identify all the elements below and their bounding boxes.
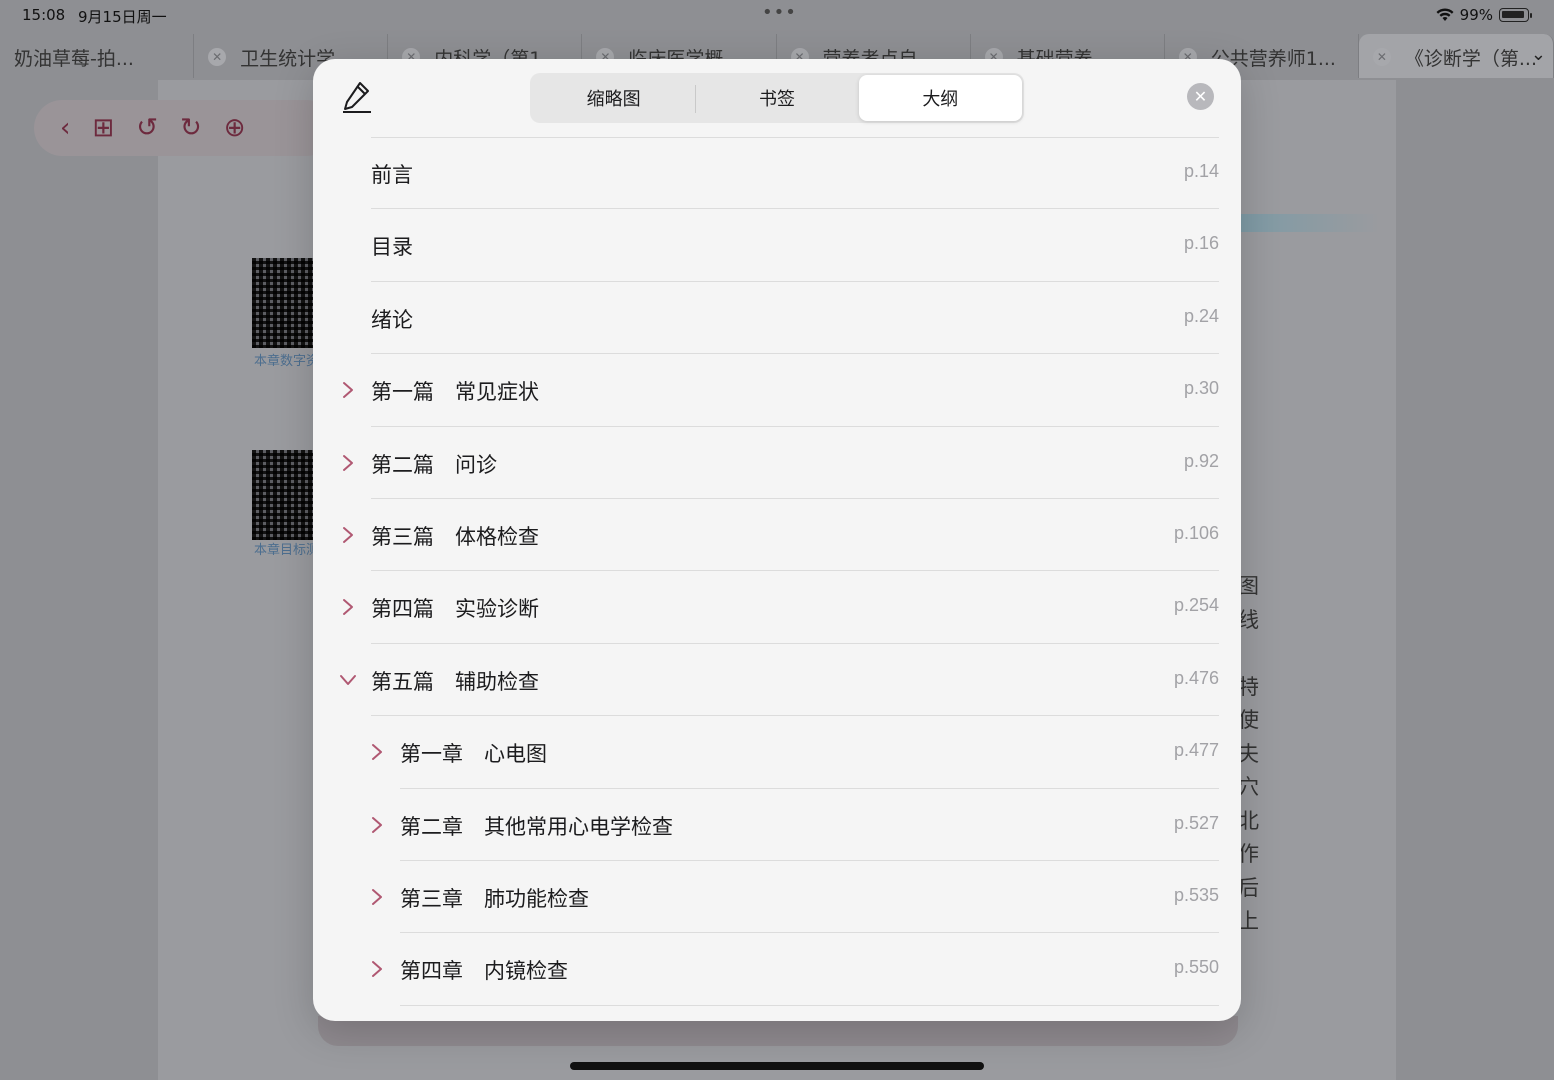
battery-icon bbox=[1499, 8, 1529, 22]
outline-page-number: p.92 bbox=[1183, 450, 1219, 471]
outline-title: 第一篇 常见症状 bbox=[371, 380, 539, 405]
outline-page-number: p.106 bbox=[1173, 522, 1219, 543]
outline-row[interactable]: 第二章 其他常用心电学检查 p.527 bbox=[313, 789, 1241, 862]
outline-row[interactable]: 第三章 肺功能检查 p.535 bbox=[313, 861, 1241, 934]
outline-row[interactable]: 第一篇 常见症状 p.30 bbox=[313, 354, 1241, 427]
qr-caption: 本章数字资 bbox=[254, 354, 320, 369]
outline-page-number: p.535 bbox=[1173, 884, 1219, 905]
segment-thumbnails[interactable]: 缩略图 bbox=[532, 75, 695, 121]
outline-list: 前言 p.14 目录 p.16 绪论 p.24 第一篇 常见症状 p.30 第二篇 问诊 p.92… bbox=[313, 137, 1241, 1007]
outline-row[interactable]: 第四篇 实验诊断 p.254 bbox=[313, 571, 1241, 645]
outline-page-number: p.24 bbox=[1183, 305, 1219, 326]
outline-page-number: p.476 bbox=[1173, 667, 1219, 688]
outline-title: 第二篇 问诊 bbox=[371, 452, 497, 477]
segment-outline[interactable]: 大纲 bbox=[858, 75, 1022, 121]
chevron-right-icon[interactable] bbox=[368, 742, 386, 762]
outline-title: 第四章 内镜检查 bbox=[400, 959, 568, 984]
outline-page-number: p.550 bbox=[1173, 957, 1219, 978]
outline-title: 第四篇 实验诊断 bbox=[371, 597, 539, 622]
outline-row[interactable]: 第二篇 问诊 p.92 bbox=[313, 427, 1241, 500]
multitasking-dots-icon[interactable]: ••• bbox=[762, 2, 797, 23]
outline-title: 第一章 心电图 bbox=[400, 742, 547, 767]
outline-popover: 缩略图 书签 大纲 ✕ 前言 p.14 目录 p.16 绪论 p.24 第一篇 常见症状 p.… bbox=[313, 59, 1241, 1021]
outline-row[interactable]: 前言 p.14 bbox=[313, 137, 1241, 210]
tab-label: 奶油草莓-拍... bbox=[14, 48, 134, 70]
document-tab[interactable]: 奶油草莓-拍... bbox=[0, 34, 195, 78]
outline-title: 第三章 肺功能检查 bbox=[400, 886, 589, 911]
reader-toolbar: ‹ ⊞ ↺ ↻ ⊕ bbox=[34, 100, 334, 156]
redo-icon[interactable]: ↻ bbox=[180, 113, 202, 143]
outline-title: 第三篇 体格检查 bbox=[371, 524, 539, 549]
outline-row[interactable]: 第三篇 体格检查 p.106 bbox=[313, 499, 1241, 572]
tab-label: 《诊断学（第... bbox=[1404, 48, 1538, 70]
close-icon[interactable]: ✕ bbox=[1187, 83, 1214, 110]
back-icon[interactable]: ‹ bbox=[60, 113, 70, 143]
chevron-right-icon[interactable] bbox=[339, 380, 357, 400]
wifi-icon bbox=[1436, 8, 1454, 21]
qr-caption: 本章目标测 bbox=[254, 543, 320, 558]
status-time: 15:08 bbox=[22, 6, 66, 24]
chevron-right-icon[interactable] bbox=[368, 959, 386, 979]
status-indicators: 99% bbox=[1436, 6, 1532, 24]
outline-page-number: p.527 bbox=[1173, 812, 1219, 833]
outline-page-number: p.477 bbox=[1173, 740, 1219, 761]
outline-title: 目录 bbox=[371, 235, 413, 260]
qr-code bbox=[252, 450, 314, 540]
qr-code bbox=[252, 258, 314, 348]
status-bar: 15:08 9月15日周一 ••• 99% bbox=[0, 0, 1554, 32]
outline-row[interactable]: 第五篇 辅助检查 p.476 bbox=[313, 644, 1241, 717]
outline-title: 第五篇 辅助检查 bbox=[371, 669, 539, 694]
outline-row[interactable]: 第四章 内镜检查 p.550 bbox=[313, 933, 1241, 1007]
outline-row[interactable]: 目录 p.16 bbox=[313, 209, 1241, 283]
grid-icon[interactable]: ⊞ bbox=[92, 113, 114, 143]
undo-icon[interactable]: ↺ bbox=[136, 113, 158, 143]
pencil-edit-icon[interactable] bbox=[341, 79, 373, 113]
status-date: 9月15日周一 bbox=[78, 8, 167, 26]
outline-title: 绪论 bbox=[371, 307, 413, 332]
chevron-right-icon[interactable] bbox=[368, 815, 386, 835]
chevron-right-icon[interactable] bbox=[339, 597, 357, 617]
chevron-right-icon[interactable] bbox=[339, 453, 357, 473]
outline-page-number: p.254 bbox=[1173, 595, 1219, 616]
chevron-right-icon[interactable] bbox=[368, 887, 386, 907]
chevron-down-icon[interactable] bbox=[339, 670, 357, 690]
outline-page-number: p.14 bbox=[1183, 161, 1219, 181]
chevron-down-icon[interactable]: ⌄ bbox=[1531, 44, 1546, 65]
document-tab-active[interactable]: ✕ 《诊断学（第... bbox=[1358, 34, 1554, 78]
outline-title: 第二章 其他常用心电学检查 bbox=[400, 814, 673, 839]
close-tab-icon[interactable]: ✕ bbox=[208, 48, 227, 66]
view-segmented-control: 缩略图 书签 大纲 bbox=[530, 73, 1024, 123]
page-side-text: 图 线 特 使 夫 穴 北 作 后 上 bbox=[1238, 574, 1259, 933]
battery-percent: 99% bbox=[1459, 6, 1493, 24]
outline-row[interactable]: 第一章 心电图 p.477 bbox=[313, 716, 1241, 789]
outline-page-number: p.16 bbox=[1183, 233, 1219, 254]
outline-page-number: p.30 bbox=[1183, 378, 1219, 399]
home-indicator[interactable] bbox=[570, 1062, 984, 1070]
outline-title: 前言 bbox=[371, 163, 413, 187]
outline-row[interactable]: 绪论 p.24 bbox=[313, 282, 1241, 355]
page-decoration bbox=[1240, 214, 1380, 232]
add-page-icon[interactable]: ⊕ bbox=[224, 113, 246, 143]
segment-bookmarks[interactable]: 书签 bbox=[695, 75, 858, 121]
chevron-right-icon[interactable] bbox=[339, 525, 357, 545]
close-tab-icon[interactable]: ✕ bbox=[1372, 48, 1391, 66]
